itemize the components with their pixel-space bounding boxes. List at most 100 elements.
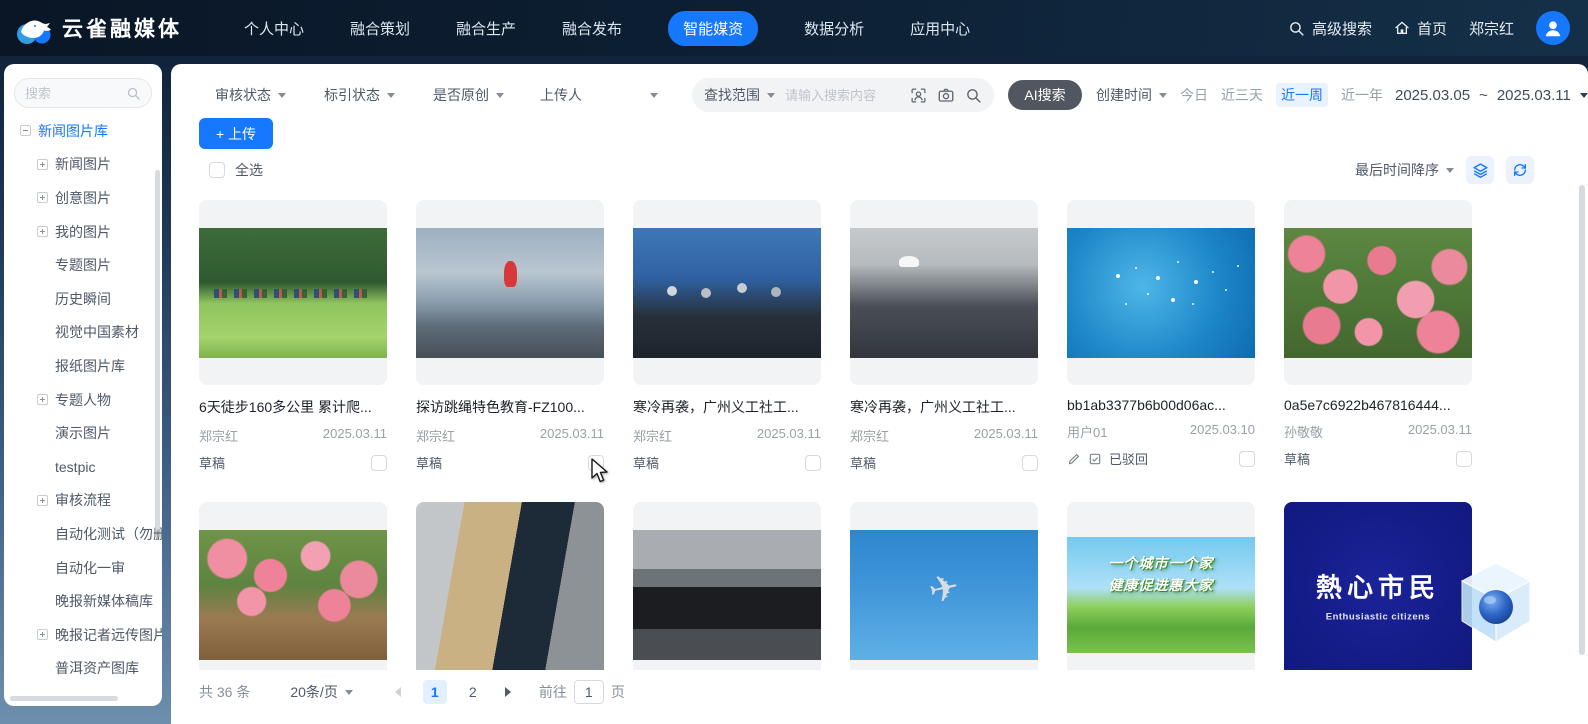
nav-item-app-center[interactable]: 应用中心 bbox=[910, 18, 970, 39]
asset-thumbnail[interactable] bbox=[850, 200, 1038, 385]
asset-title[interactable]: 0a5e7c6922b467816444... bbox=[1284, 397, 1472, 413]
asset-checkbox[interactable] bbox=[588, 455, 604, 471]
asset-date: 2025.03.11 bbox=[540, 426, 604, 445]
ai-search-button[interactable]: AI搜索 bbox=[1008, 80, 1082, 110]
tree-item-history-moments[interactable]: 历史瞬间 bbox=[4, 282, 162, 316]
tree-item-puer-asset-library[interactable]: 普洱资产图库 bbox=[4, 652, 162, 686]
expander-plus-icon[interactable] bbox=[37, 629, 48, 640]
nav-item-planning[interactable]: 融合策划 bbox=[350, 18, 410, 39]
sort-select[interactable]: 最后时间降序 bbox=[1355, 160, 1454, 180]
tree-item-automation-test[interactable]: 自动化测试（勿删 bbox=[4, 517, 162, 551]
username[interactable]: 郑宗红 bbox=[1469, 18, 1514, 39]
prev-page-button[interactable] bbox=[395, 687, 401, 697]
avatar[interactable] bbox=[1536, 11, 1570, 45]
expander-minus-icon[interactable] bbox=[20, 125, 31, 136]
filter-original[interactable]: 是否原创 bbox=[433, 85, 504, 105]
tree-item-newspaper-library[interactable]: 报纸图片库 bbox=[4, 349, 162, 383]
nav-item-publish[interactable]: 融合发布 bbox=[562, 18, 622, 39]
asset-thumbnail[interactable] bbox=[633, 502, 821, 670]
face-search-icon[interactable] bbox=[910, 87, 927, 104]
search-icon[interactable] bbox=[965, 87, 982, 104]
asset-thumbnail[interactable]: 一个城市一个家 健康促进惠大家 bbox=[1067, 502, 1255, 670]
date-to[interactable]: 2025.03.11 bbox=[1497, 87, 1571, 104]
asset-checkbox[interactable] bbox=[1022, 455, 1038, 471]
tree-item-creative-images[interactable]: 创意图片 bbox=[4, 181, 162, 215]
tree-item-demo-images[interactable]: 演示图片 bbox=[4, 416, 162, 450]
asset-thumbnail[interactable] bbox=[1284, 200, 1472, 385]
goto-page-input[interactable] bbox=[574, 680, 604, 704]
asset-thumbnail[interactable] bbox=[1067, 200, 1255, 385]
refresh-button[interactable] bbox=[1506, 156, 1534, 184]
date-from[interactable]: 2025.03.05 bbox=[1395, 87, 1470, 104]
edit-pencil-icon[interactable] bbox=[1067, 452, 1081, 466]
tree-item-testpic[interactable]: testpic bbox=[4, 450, 162, 484]
expander-plus-icon[interactable] bbox=[37, 159, 48, 170]
layout-layers-button[interactable] bbox=[1466, 156, 1494, 184]
asset-thumbnail[interactable] bbox=[416, 200, 604, 385]
tree-item-automation-review[interactable]: 自动化一审 bbox=[4, 551, 162, 585]
nav-item-production[interactable]: 融合生产 bbox=[456, 18, 516, 39]
page-size-select[interactable]: 20条/页 bbox=[290, 682, 352, 702]
asset-checkbox[interactable] bbox=[805, 455, 821, 471]
asset-thumbnail[interactable]: ✈ bbox=[850, 502, 1038, 670]
select-all-checkbox[interactable] bbox=[209, 162, 225, 178]
brand[interactable]: 云雀融媒体 bbox=[14, 8, 182, 48]
tree-item-news-images[interactable]: 新闻图片 bbox=[4, 148, 162, 182]
tree-item-evening-reporter-upload[interactable]: 晚报记者远传图片 bbox=[4, 618, 162, 652]
filter-created-time[interactable]: 创建时间 bbox=[1096, 85, 1167, 105]
range-today[interactable]: 今日 bbox=[1180, 85, 1208, 105]
upload-button[interactable]: + 上传 bbox=[199, 118, 273, 149]
tree-item-news-image-library[interactable]: 新闻图片库 bbox=[4, 114, 162, 148]
next-page-button[interactable] bbox=[505, 687, 511, 697]
filter-index-status[interactable]: 标引状态 bbox=[324, 85, 395, 105]
asset-thumbnail[interactable] bbox=[199, 502, 387, 670]
asset-title[interactable]: 探访跳绳特色教育-FZ100... bbox=[416, 397, 604, 417]
sidebar-vertical-scrollbar[interactable] bbox=[155, 170, 160, 530]
expander-plus-icon[interactable] bbox=[37, 495, 48, 506]
search-input[interactable] bbox=[785, 88, 910, 103]
nav-item-personal-center[interactable]: 个人中心 bbox=[244, 18, 304, 39]
tree-item-label: testpic bbox=[55, 459, 95, 475]
range-3days[interactable]: 近三天 bbox=[1221, 85, 1263, 105]
asset-thumbnail[interactable] bbox=[416, 502, 604, 670]
range-1week[interactable]: 近一周 bbox=[1276, 83, 1328, 107]
tree-item-label: 审核流程 bbox=[55, 490, 111, 510]
asset-thumbnail[interactable]: 熱心市民 Enthusiastic citizens bbox=[1284, 502, 1472, 670]
floating-3d-cube-widget[interactable] bbox=[1456, 560, 1536, 646]
camera-search-icon[interactable] bbox=[937, 86, 955, 104]
tree-item-topic-people[interactable]: 专题人物 bbox=[4, 383, 162, 417]
page-number-2[interactable]: 2 bbox=[461, 680, 485, 704]
nav-item-data-analysis[interactable]: 数据分析 bbox=[804, 18, 864, 39]
page-number-1[interactable]: 1 bbox=[423, 680, 447, 704]
tree-item-topic-images[interactable]: 专题图片 bbox=[4, 248, 162, 282]
asset-title[interactable]: 寒冷再袭，广州义工社工... bbox=[850, 397, 1038, 417]
asset-checkbox[interactable] bbox=[1456, 451, 1472, 467]
search-scope-select[interactable]: 查找范围 bbox=[704, 85, 775, 105]
tree-item-vcg-material[interactable]: 视觉中国素材 bbox=[4, 316, 162, 350]
asset-thumbnail[interactable] bbox=[199, 200, 387, 385]
chevron-down-icon[interactable] bbox=[1580, 93, 1588, 98]
expander-plus-icon[interactable] bbox=[37, 192, 48, 203]
expander-plus-icon[interactable] bbox=[37, 226, 48, 237]
sidebar-search-input[interactable] bbox=[25, 86, 120, 101]
asset-checkbox[interactable] bbox=[1239, 451, 1255, 467]
asset-title[interactable]: 寒冷再袭，广州义工社工... bbox=[633, 397, 821, 417]
tree-item-evening-news-media[interactable]: 晚报新媒体稿库 bbox=[4, 584, 162, 618]
check-square-icon[interactable] bbox=[1088, 452, 1102, 466]
asset-thumbnail[interactable] bbox=[633, 200, 821, 385]
tree-item-review-flow[interactable]: 审核流程 bbox=[4, 484, 162, 518]
filter-uploader[interactable]: 上传人 bbox=[540, 85, 658, 105]
advanced-search-link[interactable]: 高级搜索 bbox=[1288, 18, 1372, 39]
expander-plus-icon[interactable] bbox=[37, 394, 48, 405]
asset-checkbox[interactable] bbox=[371, 455, 387, 471]
main-vertical-scrollbar[interactable] bbox=[1579, 185, 1585, 655]
sidebar-horizontal-scrollbar[interactable] bbox=[10, 696, 118, 701]
filter-review-status[interactable]: 审核状态 bbox=[215, 85, 286, 105]
range-1year[interactable]: 近一年 bbox=[1341, 85, 1383, 105]
thumbnail-tan-suv-building bbox=[416, 502, 604, 670]
tree-item-my-images[interactable]: 我的图片 bbox=[4, 215, 162, 249]
home-link[interactable]: 首页 bbox=[1394, 18, 1447, 39]
asset-title[interactable]: 6天徒步160多公里 累计爬... bbox=[199, 397, 387, 417]
asset-title[interactable]: bb1ab3377b6b00d06ac... bbox=[1067, 397, 1255, 413]
nav-item-smart-media[interactable]: 智能媒资 bbox=[668, 11, 758, 46]
